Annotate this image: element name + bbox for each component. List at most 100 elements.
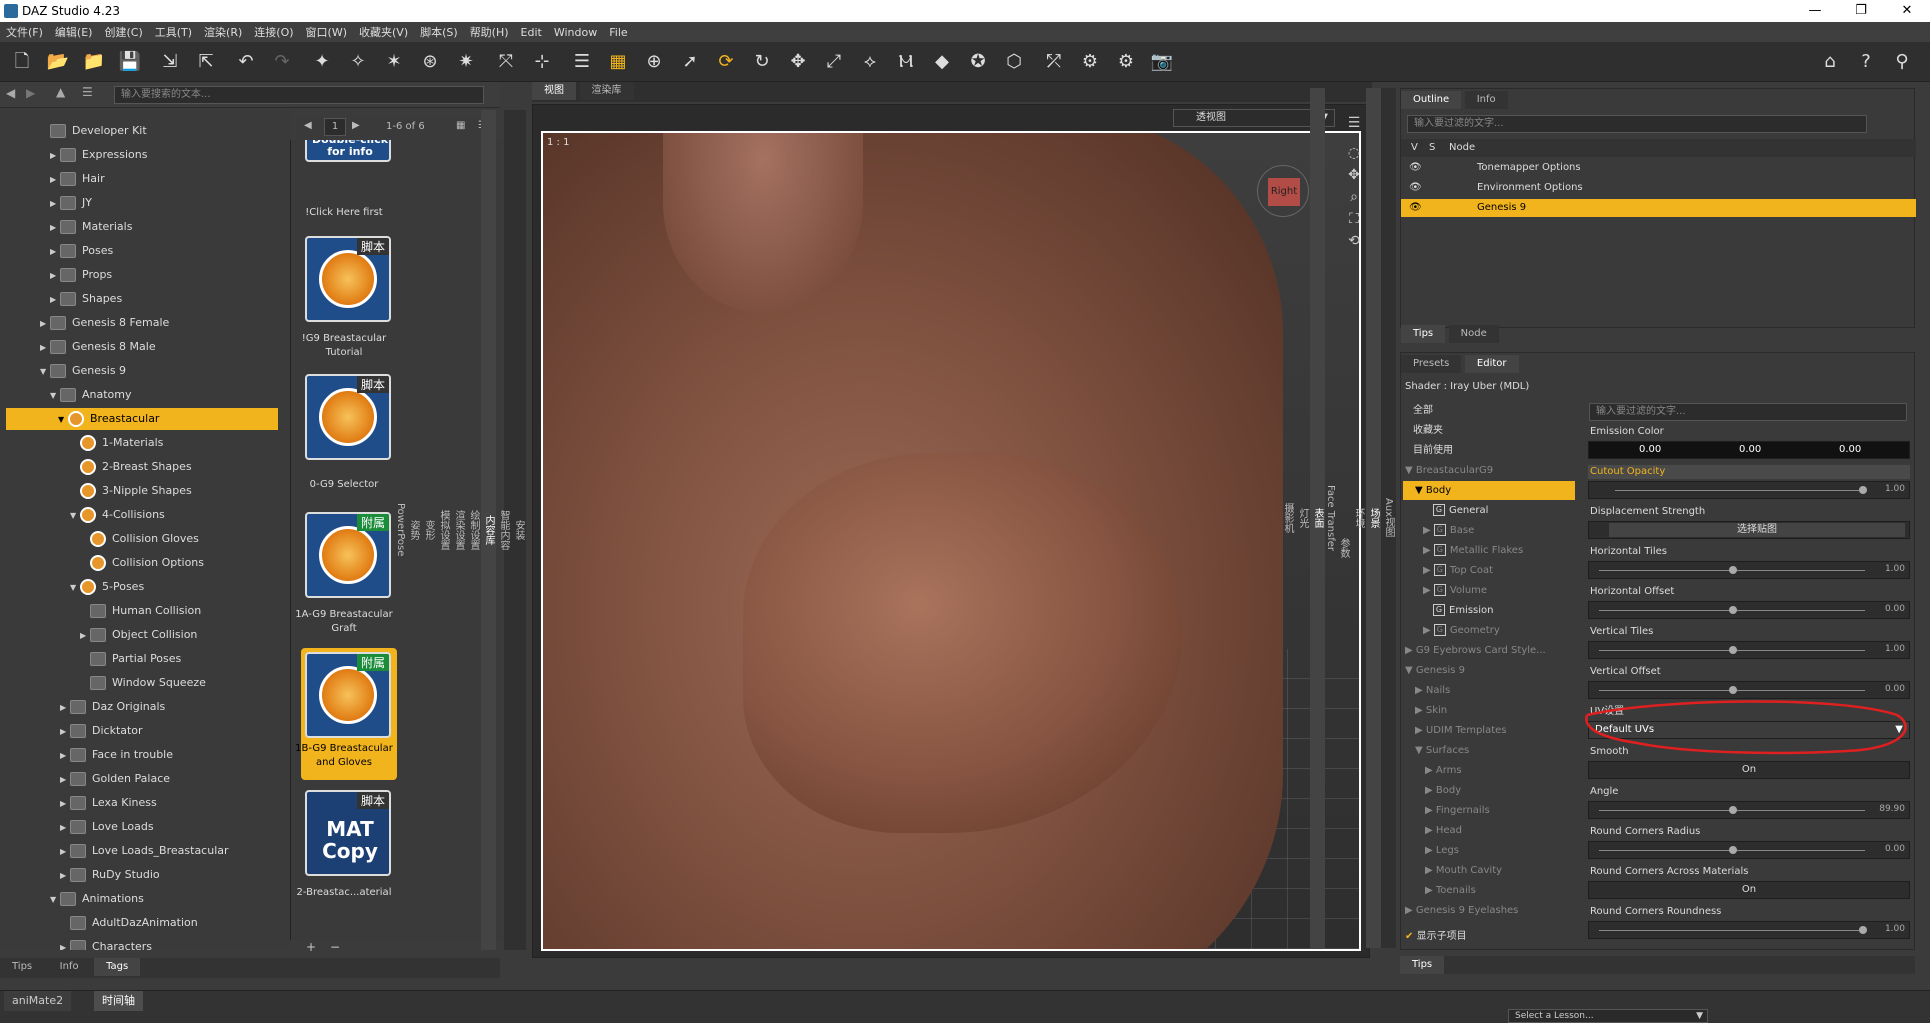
list-item[interactable]: ▶ UDIM Templates [1415,721,1507,740]
list-item[interactable]: ▶ G9 Eyebrows Card Style... [1405,641,1546,660]
tab-viewport[interactable]: 视图 [532,82,576,100]
list-item[interactable]: ▶ G Base [1423,521,1474,540]
menu-connect[interactable]: 连接(O) [248,24,299,40]
region-tool-icon[interactable]: ✷ [454,50,478,74]
node-select-icon[interactable]: ⤧ [494,50,518,74]
list-item[interactable]: ▶ Skin [1415,701,1447,720]
menu-window[interactable]: 窗口(W) [300,24,353,40]
rotate-tool-icon[interactable]: ↻ [750,50,774,74]
list-item[interactable]: ▶ Materials [50,216,132,238]
side-tab[interactable]: PowerPose [395,110,406,950]
tab-animate2[interactable]: aniMate2 [4,991,72,1011]
remove-icon[interactable]: − [330,940,340,954]
list-item[interactable]: ▼ Anatomy [50,384,132,406]
list-view-icon[interactable]: ☰ [570,50,594,74]
side-tab[interactable]: 参数 [1336,148,1351,948]
list-item-selected[interactable]: ▼ Breastacular [6,408,278,430]
list-item[interactable]: ▶ Head [1425,821,1462,840]
side-tab[interactable]: 变形 [421,110,436,950]
menu-help[interactable]: 帮助(H) [464,24,515,40]
new-scene-icon[interactable]: 🗋 [10,50,34,74]
tab-info[interactable]: Info [1464,91,1508,109]
figure-tool-icon[interactable]: ✦ [310,50,334,74]
list-item[interactable]: ▼ Genesis 9 [1405,661,1465,680]
menu-list-icon[interactable]: ☰ [82,85,93,99]
menu-create[interactable]: 创建(C) [98,24,148,40]
round-corners-radius-slider[interactable]: 0.00 [1588,841,1910,859]
list-item[interactable]: ▼ BreastacularG9 [1405,461,1493,480]
list-item[interactable]: ▶ Lexa Kiness [60,792,157,814]
list-item[interactable]: Collision Options [90,552,204,574]
round-corners-roundness-slider[interactable]: 1.00 [1588,921,1910,939]
side-tab[interactable]: 摄影机 [1280,88,1295,948]
list-item[interactable]: ▶ Genesis 8 Male [40,336,156,358]
list-item[interactable]: ▼ Surfaces [1415,741,1469,760]
list-item[interactable]: ▶ Nails [1415,681,1450,700]
list-item[interactable]: ▶ Toenails [1425,881,1476,900]
side-tab[interactable]: Aux视图 [1381,88,1396,948]
list-item[interactable]: Developer Kit [50,120,147,142]
list-item[interactable]: ▶ RuDy Studio [60,864,160,886]
grid-tool-icon[interactable]: ▦ [606,50,630,74]
list-item[interactable]: 3-Nipple Shapes [80,480,192,502]
surface-select-icon[interactable]: ⊹ [530,50,554,74]
list-item[interactable]: ▼ 4-Collisions [70,504,165,526]
list-item[interactable]: ▶ Characters [60,936,152,950]
side-tab[interactable]: 灯光 [1295,88,1310,948]
tab-presets[interactable]: Presets [1401,355,1462,373]
joint-tool-icon[interactable]: ✶ [382,50,406,74]
property-filter-input[interactable]: 输入要过滤的文字... [1589,403,1907,421]
list-item[interactable]: ▶ G Volume [1423,581,1487,600]
tab-outline[interactable]: Outline [1401,91,1462,109]
page-number-input[interactable]: 1 [324,118,346,136]
side-tab[interactable]: 绘制设置 [466,110,481,950]
tab-tips[interactable]: Tips [0,958,45,976]
forward-arrow-icon[interactable]: ▶ [26,86,35,100]
eye-icon[interactable]: 👁 [1409,179,1422,197]
undo-icon[interactable]: ↶ [234,50,258,74]
list-item[interactable]: 全部 [1413,401,1433,420]
thumbnail-selector[interactable]: 脚本 [305,374,391,460]
list-item[interactable]: ▶ Object Collision [80,624,197,646]
prev-page-icon[interactable]: ◀ [304,120,312,131]
light-tool-icon[interactable]: ✪ [966,50,990,74]
menu-window-en[interactable]: Window [548,26,603,39]
list-item[interactable]: G General [1433,501,1488,520]
list-item[interactable]: ▶ Arms [1425,761,1462,780]
merge-icon[interactable]: 📁 [82,50,106,74]
list-item-selected[interactable]: ▼ Body [1403,481,1575,500]
thumbnail-graft[interactable]: 附属 [305,512,391,598]
list-item[interactable]: ▼ Animations [50,888,144,910]
list-item[interactable]: AdultDazAnimation [70,912,198,934]
scale-box-icon[interactable]: ⤢ [822,50,846,74]
tab-info[interactable]: Info [47,958,91,976]
list-item[interactable]: 收藏夹 [1413,421,1443,440]
maximize-button[interactable]: ❐ [1838,0,1884,22]
list-item[interactable]: ▶ Genesis 8 Female [40,312,169,334]
eye-icon[interactable]: 👁 [1409,199,1422,217]
close-button[interactable]: ✕ [1884,0,1930,22]
lock-icon[interactable]: ⚲ [1890,50,1914,74]
tab-tips[interactable]: Tips [1401,325,1446,343]
round-corners-across-toggle[interactable]: On [1588,881,1910,899]
select-arrow-icon[interactable]: ➚ [678,50,702,74]
list-item[interactable]: ▼ 5-Poses [70,576,144,598]
camera-tool-icon[interactable]: ⬡ [1002,50,1026,74]
sculpt-tool-icon[interactable]: Ⲙ [894,50,918,74]
lesson-select[interactable]: Select a Lesson... ▼ [1508,1009,1708,1023]
menu-scripts[interactable]: 脚本(S) [414,24,464,40]
list-item[interactable]: ▶ Body [1425,781,1461,800]
list-item[interactable]: ▶ Mouth Cavity [1425,861,1502,880]
up-arrow-icon[interactable]: ▲ [56,85,65,99]
side-tab[interactable]: 智能内容 [496,110,511,950]
list-item[interactable]: ▶ Genesis 9 Eyelashes [1405,901,1518,920]
redo-icon[interactable]: ↷ [270,50,294,74]
side-tab[interactable]: Face Transfer [1325,88,1336,948]
scale-tool-icon[interactable]: ⊛ [418,50,442,74]
list-item[interactable]: ▶ Dicktator [60,720,143,742]
list-item[interactable]: 目前使用 [1413,441,1453,460]
emission-color-field[interactable]: 0.00 0.00 0.00 [1588,441,1910,459]
displacement-map-field[interactable]: 选择贴图 [1588,521,1910,539]
side-tab[interactable]: 渲染设置 [451,110,466,950]
list-item[interactable]: G Emission [1433,601,1494,620]
